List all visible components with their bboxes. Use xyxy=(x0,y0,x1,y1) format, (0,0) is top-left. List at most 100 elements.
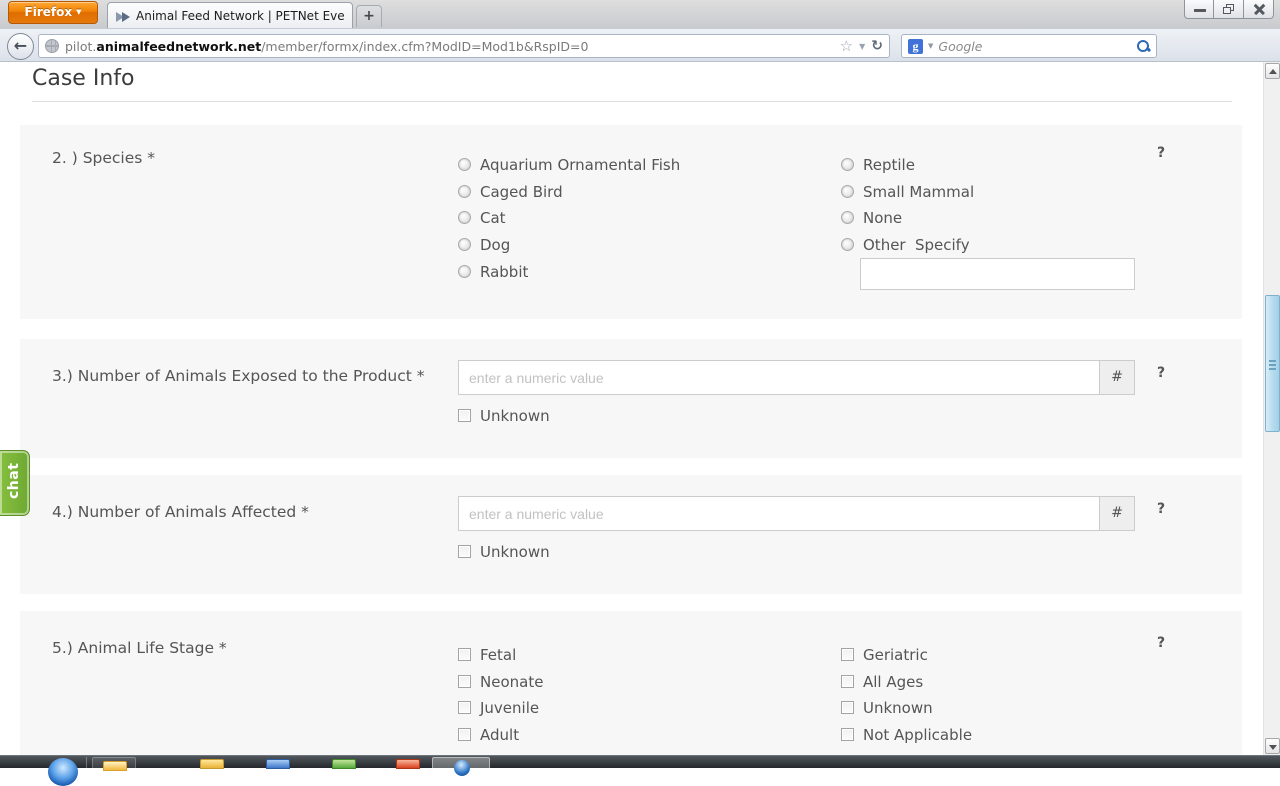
checkbox-juvenile[interactable] xyxy=(458,701,471,714)
question-label: 3.) Number of Animals Exposed to the Pro… xyxy=(52,367,425,385)
help-icon[interactable]: ? xyxy=(1157,145,1165,161)
url-bar[interactable]: pilot.animalfeednetwork.net/member/formx… xyxy=(38,34,890,58)
question-panel-life-stage: 5.) Animal Life Stage * ? Fetal Neonate … xyxy=(20,611,1242,755)
checkbox-label: Fetal xyxy=(480,646,516,664)
radio-reptile[interactable] xyxy=(841,158,854,171)
engine-dropdown-icon[interactable]: ▼ xyxy=(928,42,933,50)
bookmark-star-icon[interactable]: ☆ xyxy=(840,37,853,55)
radio-small-mammal[interactable] xyxy=(841,185,854,198)
radio-label: Small Mammal xyxy=(863,183,974,201)
browser-tab[interactable]: Animal Feed Network | PETNet Event Tra..… xyxy=(107,2,353,28)
chat-tab-button[interactable]: chat xyxy=(0,450,30,516)
checkbox-label: Unknown xyxy=(480,543,550,561)
checkbox-geriatric[interactable] xyxy=(841,648,854,661)
url-domain: animalfeednetwork.net xyxy=(96,39,261,54)
window-titlebar: Firefox▼ Animal Feed Network | PETNet Ev… xyxy=(0,0,1280,28)
windows-taskbar xyxy=(0,755,1280,768)
window-controls xyxy=(1184,0,1274,19)
checkbox-label: Unknown xyxy=(480,407,550,425)
new-tab-button[interactable]: + xyxy=(356,5,382,27)
question-panel-affected: 4.) Number of Animals Affected * ? # Unk… xyxy=(20,475,1242,594)
page-content: Case Info 2. ) Species * ? Aquarium Orna… xyxy=(0,62,1263,755)
radio-cat[interactable] xyxy=(458,211,471,224)
radio-label: Aquarium Ornamental Fish xyxy=(480,156,680,174)
specify-label: Specify xyxy=(915,236,970,254)
taskbar-button-explorer[interactable] xyxy=(92,757,136,769)
radio-other[interactable] xyxy=(841,238,854,251)
search-box[interactable]: g ▼ Google xyxy=(901,34,1157,58)
firefox-taskbar-icon xyxy=(454,760,470,776)
question-panel-exposed: 3.) Number of Animals Exposed to the Pro… xyxy=(20,339,1242,458)
checkbox-all-ages[interactable] xyxy=(841,675,854,688)
radio-caged-bird[interactable] xyxy=(458,185,471,198)
help-icon[interactable]: ? xyxy=(1157,365,1165,381)
checkbox-label: Adult xyxy=(480,726,519,744)
num-affected-input[interactable] xyxy=(458,496,1100,531)
checkbox-fetal[interactable] xyxy=(458,648,471,661)
checkbox-label: Not Applicable xyxy=(863,726,972,744)
checkbox-neonate[interactable] xyxy=(458,675,471,688)
unknown-checkbox[interactable] xyxy=(458,409,471,422)
radio-aquarium-ornamental-fish[interactable] xyxy=(458,158,471,171)
checkbox-adult[interactable] xyxy=(458,728,471,741)
tab-title: Animal Feed Network | PETNet Event Tra..… xyxy=(136,9,344,23)
url-path: /member/formx/index.cfm?ModID=Mod1b&RspI… xyxy=(261,39,588,54)
question-panel-species: 2. ) Species * ? Aquarium Ornamental Fis… xyxy=(20,125,1242,319)
minimize-button[interactable] xyxy=(1184,0,1214,19)
site-favicon-icon xyxy=(116,9,130,23)
urlbar-dropdown-icon[interactable]: ▼ xyxy=(859,42,865,51)
question-label: 4.) Number of Animals Affected * xyxy=(52,503,309,521)
scroll-up-button[interactable] xyxy=(1265,63,1280,79)
checkbox-unknown[interactable] xyxy=(841,701,854,714)
globe-icon xyxy=(45,39,59,53)
help-icon[interactable]: ? xyxy=(1157,635,1165,651)
radio-label: Caged Bird xyxy=(480,183,563,201)
radio-rabbit[interactable] xyxy=(458,265,471,278)
chevron-down-icon: ▼ xyxy=(76,8,81,16)
start-orb-icon[interactable] xyxy=(48,758,78,786)
url-text: pilot.animalfeednetwork.net/member/formx… xyxy=(65,39,834,54)
search-placeholder: Google xyxy=(938,39,1132,54)
restore-button[interactable] xyxy=(1214,0,1244,19)
numeric-addon-button[interactable]: # xyxy=(1100,360,1135,395)
question-label: 5.) Animal Life Stage * xyxy=(52,639,227,657)
other-specify-input[interactable] xyxy=(860,258,1135,290)
url-prefix: pilot. xyxy=(65,39,96,54)
radio-label: None xyxy=(863,209,902,227)
checkbox-label: Unknown xyxy=(863,699,933,717)
checkbox-label: All Ages xyxy=(863,673,923,691)
scroll-down-button[interactable] xyxy=(1265,738,1280,754)
radio-label: Reptile xyxy=(863,156,915,174)
search-icon[interactable] xyxy=(1137,40,1150,53)
explorer-icon xyxy=(103,761,127,771)
firefox-menu-label: Firefox xyxy=(25,5,73,19)
back-button[interactable]: ← xyxy=(7,33,34,60)
checkbox-label: Neonate xyxy=(480,673,543,691)
chat-tab-label: chat xyxy=(6,463,22,499)
taskbar-button-firefox[interactable] xyxy=(432,757,490,769)
radio-dog[interactable] xyxy=(458,238,471,251)
close-button[interactable] xyxy=(1244,0,1274,19)
num-exposed-input[interactable] xyxy=(458,360,1100,395)
taskbar-divider xyxy=(86,757,87,769)
google-engine-icon: g xyxy=(908,39,923,54)
numeric-addon-button[interactable]: # xyxy=(1100,496,1135,531)
firefox-menu-button[interactable]: Firefox▼ xyxy=(8,1,98,24)
vertical-scrollbar[interactable] xyxy=(1263,62,1280,755)
radio-label: Dog xyxy=(480,236,510,254)
radio-label: Cat xyxy=(480,209,506,227)
checkbox-not-applicable[interactable] xyxy=(841,728,854,741)
help-icon[interactable]: ? xyxy=(1157,501,1165,517)
navigation-toolbar: ← pilot.animalfeednetwork.net/member/for… xyxy=(0,28,1280,62)
checkbox-label: Juvenile xyxy=(480,699,539,717)
radio-label: Rabbit xyxy=(480,263,528,281)
scrollbar-thumb[interactable] xyxy=(1265,295,1280,432)
title-divider xyxy=(32,101,1232,102)
radio-label: Other xyxy=(863,236,906,254)
checkbox-label: Geriatric xyxy=(863,646,928,664)
reload-icon[interactable]: ↻ xyxy=(871,38,883,54)
question-label: 2. ) Species * xyxy=(52,149,155,167)
unknown-checkbox[interactable] xyxy=(458,545,471,558)
radio-none[interactable] xyxy=(841,211,854,224)
page-title: Case Info xyxy=(32,66,134,91)
